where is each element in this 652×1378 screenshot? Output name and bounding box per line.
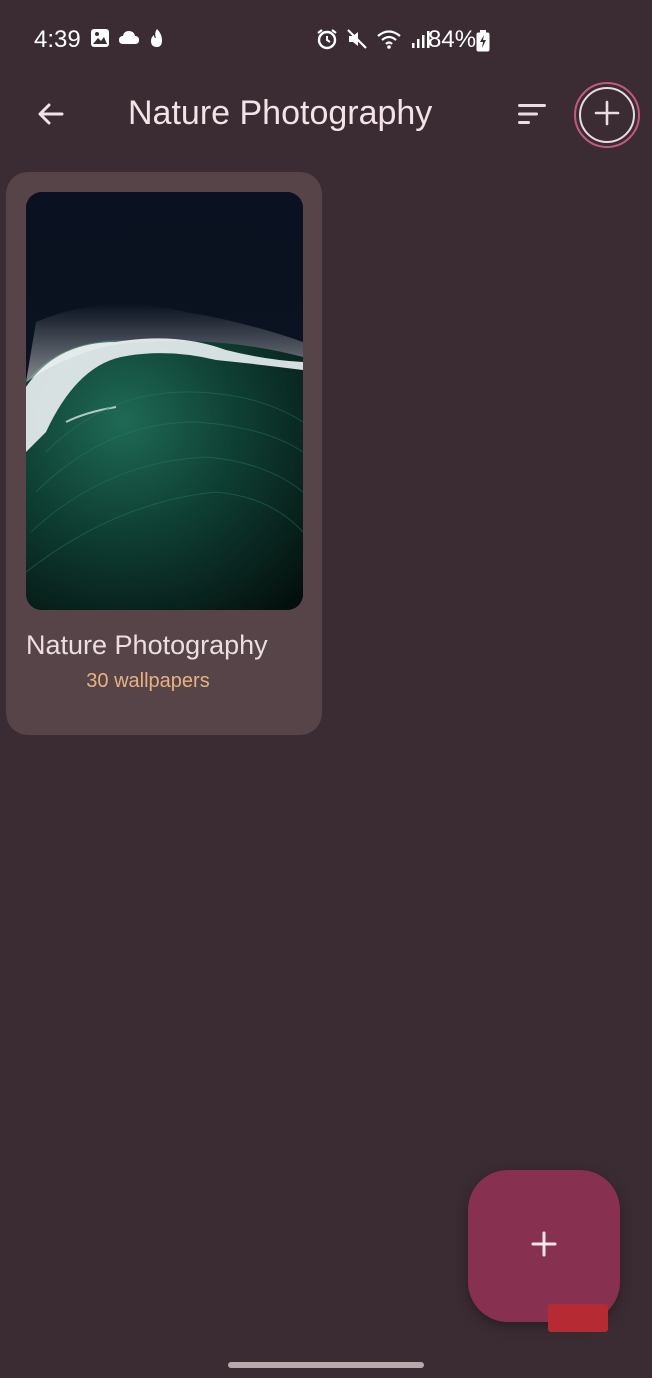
back-button[interactable] [26, 92, 76, 140]
tinder-icon [148, 28, 166, 53]
arrow-left-icon [36, 99, 66, 134]
album-card[interactable]: Nature Photography 30 wallpapers [6, 172, 322, 735]
sort-button[interactable] [508, 92, 556, 140]
battery-percent: 84% [428, 26, 477, 53]
app-bar: Nature Photography [0, 80, 652, 152]
gallery-icon [90, 28, 110, 53]
ocean-wave-image [26, 192, 303, 610]
album-thumbnail [26, 192, 303, 610]
album-title: Nature Photography [26, 630, 268, 660]
cloud-icon [118, 28, 140, 53]
fab-overlay-badge [548, 1304, 608, 1332]
plus-icon [530, 1230, 558, 1263]
add-album-button-ring [579, 87, 635, 143]
alarm-icon [316, 28, 338, 55]
home-indicator[interactable] [228, 1362, 424, 1368]
status-right-icons [316, 28, 430, 55]
signal-icon [410, 29, 430, 54]
status-left-icons [90, 28, 166, 53]
sort-icon [516, 102, 548, 131]
add-album-button[interactable] [574, 82, 640, 148]
status-bar: 4:39 84% [0, 0, 652, 80]
fab-add-button[interactable] [468, 1170, 620, 1322]
album-count: 30 wallpapers [86, 670, 210, 692]
battery-charging-icon [476, 30, 490, 57]
wifi-icon [376, 28, 402, 55]
mute-icon [346, 28, 368, 55]
status-time: 4:39 [34, 26, 81, 53]
page-title: Nature Photography [128, 94, 433, 132]
plus-icon [594, 100, 620, 131]
